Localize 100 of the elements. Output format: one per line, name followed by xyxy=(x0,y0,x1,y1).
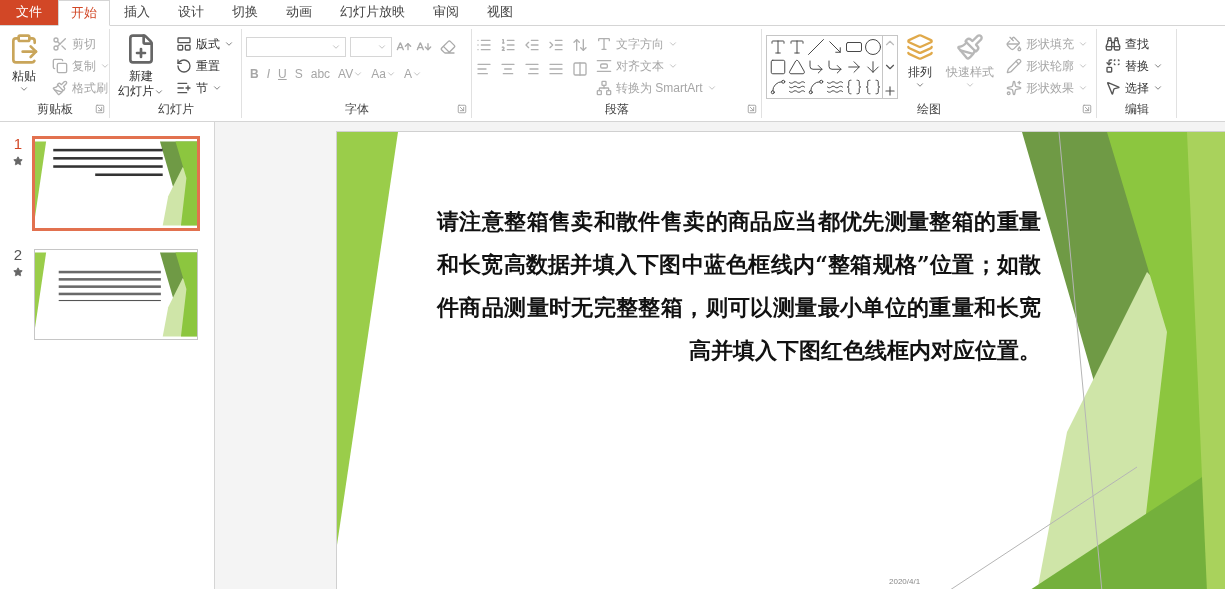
launcher-icon[interactable] xyxy=(747,104,757,114)
group-label: 剪贴板 xyxy=(36,101,73,118)
star-icon xyxy=(13,156,23,166)
group-label: 编辑 xyxy=(1124,101,1149,118)
group-label: 段落 xyxy=(604,101,629,118)
connector-icon[interactable] xyxy=(807,58,825,76)
ribbon-large-button[interactable]: 粘贴 xyxy=(4,33,44,94)
align-left-icon[interactable] xyxy=(476,61,492,77)
ribbon-tab[interactable]: 动画 xyxy=(272,0,326,25)
caret-icon xyxy=(668,39,678,49)
caret-icon xyxy=(1153,83,1163,93)
ribbon-tab[interactable]: 审阅 xyxy=(419,0,473,25)
freeform-icon[interactable] xyxy=(769,78,787,96)
oval-icon[interactable] xyxy=(864,38,882,56)
caret-icon xyxy=(668,61,678,71)
increase-indent-icon[interactable] xyxy=(548,37,564,53)
ribbon-button[interactable]: 查找 xyxy=(1101,33,1167,55)
scribble-icon[interactable] xyxy=(788,78,806,96)
caret-icon xyxy=(377,42,387,52)
caret-icon xyxy=(100,61,110,71)
ribbon-tab[interactable]: 设计 xyxy=(164,0,218,25)
ribbon-button[interactable]: 选择 xyxy=(1101,77,1167,99)
caret-icon xyxy=(915,80,925,90)
section-icon xyxy=(176,80,192,96)
caret-icon xyxy=(1078,39,1088,49)
arrow-line-icon[interactable] xyxy=(826,38,844,56)
curve-icon[interactable] xyxy=(826,78,844,96)
numbering-icon[interactable] xyxy=(500,37,516,53)
paintbrush-icon xyxy=(52,80,68,96)
caret-icon xyxy=(706,83,717,93)
caret-icon xyxy=(385,69,396,79)
down-arrow-icon[interactable] xyxy=(864,58,882,76)
ribbon-large-button[interactable]: 排列 xyxy=(902,33,938,90)
star-icon xyxy=(13,267,23,277)
align-center-icon[interactable] xyxy=(500,61,516,77)
caret-icon xyxy=(965,80,975,90)
pencil-icon xyxy=(1006,58,1022,74)
group-label: 幻灯片 xyxy=(157,101,194,118)
group-label: 绘图 xyxy=(917,101,941,118)
caret-icon xyxy=(1078,61,1088,71)
slide-date: 2020/4/1 xyxy=(889,576,921,588)
group-label: 字体 xyxy=(344,101,369,118)
bullets-icon[interactable] xyxy=(476,37,492,53)
ribbon-tab[interactable]: 插入 xyxy=(110,0,164,25)
shapes-gallery[interactable] xyxy=(766,35,898,99)
caret-icon xyxy=(224,39,234,49)
pointer-icon xyxy=(1105,80,1121,96)
scissors-icon xyxy=(52,36,68,52)
caret-icon xyxy=(1078,83,1088,93)
slide-thumbnail[interactable] xyxy=(32,136,200,231)
caret-icon xyxy=(331,42,341,52)
caret-icon xyxy=(411,69,422,79)
ribbon-tab[interactable]: 切换 xyxy=(218,0,272,25)
eraser-icon[interactable] xyxy=(440,39,456,55)
arrange-icon xyxy=(906,33,934,61)
line-spacing-icon[interactable] xyxy=(572,37,588,53)
caret-icon xyxy=(1153,61,1163,71)
ribbon-tab[interactable]: 视图 xyxy=(473,0,527,25)
ribbon-button[interactable]: 节 xyxy=(172,77,238,99)
rounded-rectangle-icon[interactable] xyxy=(769,58,787,76)
quick-styles-icon xyxy=(956,33,984,61)
font-name-field[interactable] xyxy=(246,37,346,57)
triangle-icon[interactable] xyxy=(788,58,806,76)
reset-icon xyxy=(176,58,192,74)
caret-icon xyxy=(212,83,222,93)
layout-icon xyxy=(176,36,192,52)
decrease-indent-icon[interactable] xyxy=(524,37,540,53)
caret-icon xyxy=(19,84,29,94)
slide-number: 2 xyxy=(13,247,23,263)
ribbon-button[interactable]: 版式 xyxy=(172,33,238,55)
more-shapes-icon[interactable] xyxy=(883,84,897,98)
arc-icon[interactable] xyxy=(807,78,825,96)
caret-icon xyxy=(353,69,364,79)
ribbon-button[interactable]: 重置 xyxy=(172,55,238,77)
paint-bucket-icon xyxy=(1006,36,1022,52)
elbow-arrow-icon[interactable] xyxy=(826,58,844,76)
smartart-icon xyxy=(596,80,612,96)
file-tab[interactable]: 文件 xyxy=(0,0,58,25)
replace-icon xyxy=(1105,58,1121,74)
left-brace-icon[interactable] xyxy=(845,78,863,96)
ribbon-tab[interactable]: 开始 xyxy=(58,0,110,26)
font-size-field[interactable] xyxy=(350,37,392,57)
justify-icon[interactable] xyxy=(548,61,564,77)
ribbon-large-button[interactable]: 新建 幻灯片 xyxy=(114,33,168,99)
text-box-icon[interactable] xyxy=(769,38,787,56)
launcher-icon[interactable] xyxy=(95,104,105,114)
align-text-icon xyxy=(596,58,612,74)
slide-body-text[interactable]: 请注意整箱售卖和散件售卖的商品应当都优先测量整箱的重量和长宽高数据并填入下图中蓝色框线内“整箱规格”位置；如散件商品测量时无完整整箱，则可以测量最小单位的重量和长宽高并填入下图红色线框内对应位置。 xyxy=(437,200,1041,372)
columns-icon[interactable] xyxy=(572,61,588,77)
right-brace-icon[interactable] xyxy=(864,78,882,96)
slide-number: 1 xyxy=(13,136,23,152)
align-right-icon[interactable] xyxy=(524,61,540,77)
ribbon-button[interactable]: 替换 xyxy=(1101,55,1167,77)
line-icon[interactable] xyxy=(807,38,825,56)
launcher-icon[interactable] xyxy=(1082,104,1092,114)
copy-icon xyxy=(52,58,68,74)
right-arrow-icon[interactable] xyxy=(845,58,863,76)
slide-thumbnail[interactable] xyxy=(34,249,198,340)
ribbon-tab[interactable]: 幻灯片放映 xyxy=(326,0,419,25)
launcher-icon[interactable] xyxy=(457,104,467,114)
